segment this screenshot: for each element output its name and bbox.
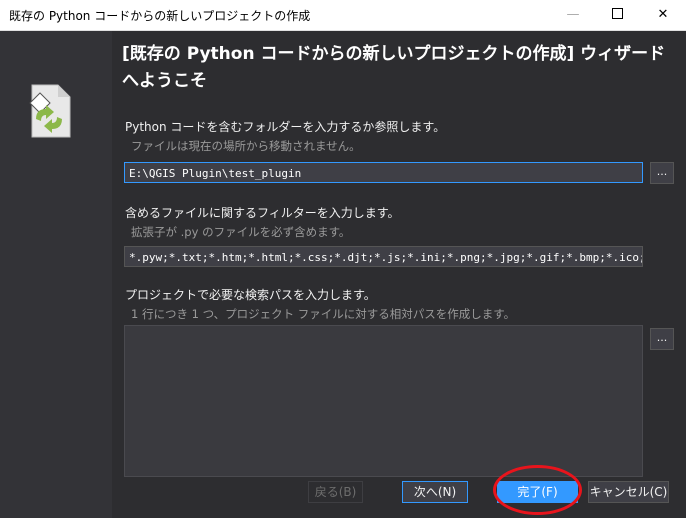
maximize-icon [611, 8, 623, 19]
finish-highlight-circle [493, 465, 582, 515]
source-folder-label: Python コードを含むフォルダーを入力するか参照します。 [125, 120, 446, 134]
browse-folder-button[interactable]: ... [650, 162, 674, 184]
file-filter-hint: 拡張子が .py のファイルを必ず含めます。 [131, 225, 351, 239]
python-project-icon [29, 84, 71, 138]
cancel-button[interactable]: キャンセル(C) [588, 481, 669, 503]
close-button[interactable]: ✕ [640, 0, 686, 30]
close-icon: ✕ [657, 7, 669, 22]
browse-search-path-button[interactable]: ... [650, 328, 674, 350]
source-folder-input[interactable]: E:\QGIS Plugin\test_plugin [124, 162, 643, 183]
maximize-button[interactable] [594, 0, 640, 30]
file-filter-input[interactable]: *.pyw;*.txt;*.htm;*.html;*.css;*.djt;*.j… [124, 246, 643, 267]
search-paths-label: プロジェクトで必要な検索パスを入力します。 [125, 288, 376, 302]
window-titlebar: 既存の Python コードからの新しいプロジェクトの作成 — ✕ [0, 0, 686, 31]
minimize-icon: — [566, 7, 580, 22]
search-paths-hint: 1 行につき 1 つ、プロジェクト ファイルに対する相対パスを作成します。 [131, 307, 516, 321]
wizard-sidebar [0, 31, 112, 518]
window-title: 既存の Python コードからの新しいプロジェクトの作成 [9, 9, 311, 23]
wizard-title: [既存の Python コードからの新しいプロジェクトの作成] ウィザードへよう… [122, 44, 666, 91]
file-filter-label: 含めるファイルに関するフィルターを入力します。 [125, 206, 400, 220]
next-button[interactable]: 次へ(N) [402, 481, 468, 503]
back-button[interactable]: 戻る(B) [308, 481, 363, 503]
minimize-button[interactable]: — [550, 0, 596, 30]
source-folder-hint: ファイルは現在の場所から移動されません。 [131, 139, 361, 153]
wizard-main: [既存の Python コードからの新しいプロジェクトの作成] ウィザードへよう… [112, 31, 686, 518]
search-paths-textarea[interactable] [124, 325, 643, 477]
